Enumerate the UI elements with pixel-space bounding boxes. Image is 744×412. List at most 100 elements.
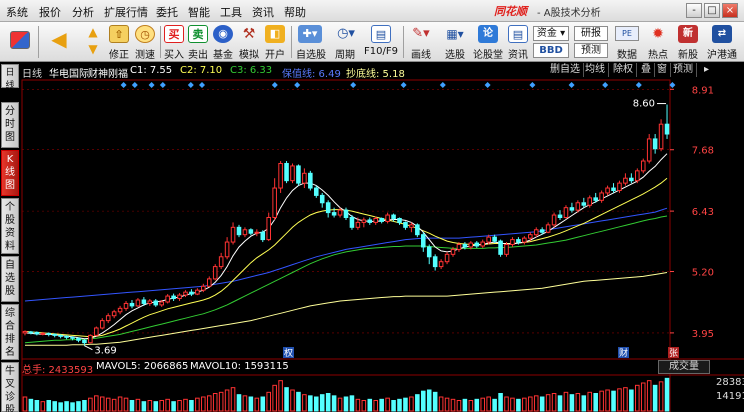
hold-line bbox=[24, 207, 668, 302]
moving-average-button[interactable]: 均线 bbox=[582, 63, 609, 77]
volume-bar bbox=[664, 377, 670, 412]
candle-body bbox=[391, 214, 396, 219]
candle-body bbox=[218, 256, 224, 268]
toolbar-button-fix[interactable]: ⇧ 修正 bbox=[106, 22, 132, 62]
volume-bar bbox=[195, 397, 200, 412]
candle-body bbox=[52, 333, 57, 336]
candle-body bbox=[415, 224, 420, 236]
toolbar-label: 测速 bbox=[135, 50, 155, 61]
menu-smart[interactable]: 智能 bbox=[188, 4, 210, 20]
volume-bar bbox=[444, 397, 450, 412]
chevron-down-icon[interactable]: ▸ bbox=[701, 63, 712, 77]
volume-bar bbox=[652, 384, 658, 412]
toolbar-button-period[interactable]: ◷▾ 周期 bbox=[330, 22, 360, 62]
toolbar-button-forum[interactable]: 论 论股堂 bbox=[472, 22, 504, 62]
toolbar-button-draw[interactable]: ✎▾ 画线 bbox=[406, 22, 436, 62]
fund-flow-icon: ▾ bbox=[556, 28, 566, 39]
tab-ranking[interactable]: 综合排名 bbox=[1, 304, 19, 360]
candle-body bbox=[629, 177, 634, 182]
candle-body bbox=[111, 311, 117, 317]
layout-button[interactable] bbox=[4, 22, 34, 62]
menu-extended-market[interactable]: 扩展行情 bbox=[104, 4, 148, 20]
toolbar-button-speedtest[interactable]: ◷ 测速 bbox=[132, 22, 158, 62]
toolbar-separator bbox=[38, 26, 39, 58]
tab-stock-profile[interactable]: 个股资料 bbox=[1, 198, 19, 254]
new-stock-icon: 新 bbox=[678, 25, 698, 43]
toolbar-button-watchlist[interactable]: ✚▾ 自选股 bbox=[294, 22, 328, 62]
candle-body bbox=[343, 209, 349, 218]
bbd-button[interactable]: BBD bbox=[533, 43, 569, 58]
tab-daily[interactable]: 日线 bbox=[1, 64, 19, 91]
volume-bar bbox=[426, 389, 432, 412]
volume-bar bbox=[522, 397, 527, 412]
volume-bar bbox=[105, 397, 111, 412]
candle-body bbox=[486, 236, 491, 243]
menu-system[interactable]: 系统 bbox=[6, 4, 28, 20]
volume-axis-label: 28383 bbox=[716, 377, 744, 388]
tab-intraday-chart[interactable]: 分时图 bbox=[1, 102, 19, 148]
volume-bar bbox=[533, 395, 539, 412]
volume-bar bbox=[266, 391, 271, 412]
forecast-button[interactable]: 预测 bbox=[574, 43, 608, 58]
brand-logo: 同花顺 bbox=[494, 5, 527, 18]
menu-analysis[interactable]: 分析 bbox=[72, 4, 94, 20]
candle-body bbox=[22, 330, 28, 334]
maximize-button[interactable]: □ bbox=[704, 3, 720, 18]
minimize-button[interactable]: - bbox=[686, 3, 702, 18]
menu-tools[interactable]: 工具 bbox=[220, 4, 242, 20]
toolbar-button-buy[interactable]: 买 买入 bbox=[162, 22, 186, 62]
tab-kline-chart[interactable]: K线图 bbox=[1, 150, 19, 196]
volume-bar bbox=[635, 384, 640, 412]
up-arrow-icon[interactable]: ▲ bbox=[83, 24, 103, 40]
toolbar-button-fund[interactable]: ◉ 基金 bbox=[210, 22, 236, 62]
toolbar-button-new-stock[interactable]: 新 新股 bbox=[674, 22, 702, 62]
candle-body bbox=[319, 194, 325, 204]
remove-watchlist-button[interactable]: 删自选 bbox=[547, 63, 584, 77]
toolbar-button-open-account[interactable]: ◧ 开户 bbox=[262, 22, 288, 62]
menu-help[interactable]: 帮助 bbox=[284, 4, 306, 20]
ex-rights-button[interactable]: 除权 bbox=[610, 63, 637, 77]
toolbar-button-simulate[interactable]: ⚒ 模拟 bbox=[236, 22, 262, 62]
event-diamond-icon bbox=[400, 82, 407, 88]
toolbar-label: 自选股 bbox=[296, 50, 326, 61]
event-diamond-icon bbox=[271, 82, 278, 88]
nav-arrows[interactable]: ▲ ▼ bbox=[80, 22, 104, 62]
tab-watchlist[interactable]: 自选股 bbox=[1, 256, 19, 302]
forecast-tab-button[interactable]: 预测 bbox=[670, 63, 697, 77]
toolbar-button-news[interactable]: ▤ 资讯 bbox=[506, 22, 530, 62]
toolbar-button-hotspot[interactable]: ✹ 热点 bbox=[644, 22, 672, 62]
candle-body bbox=[40, 332, 46, 335]
candle-body bbox=[522, 237, 527, 243]
research-report-button[interactable]: 研报 bbox=[574, 26, 608, 41]
toolbar-button-hk-connect[interactable]: ⇄ 沪港通 bbox=[703, 22, 741, 62]
menu-news[interactable]: 资讯 bbox=[252, 4, 274, 20]
overlay-button[interactable]: 叠 bbox=[638, 63, 655, 77]
window-button[interactable]: 窗 bbox=[654, 63, 671, 77]
toolbar-button-sell[interactable]: 卖 卖出 bbox=[186, 22, 210, 62]
toolbar-label: 论股堂 bbox=[473, 50, 503, 61]
close-button[interactable]: × bbox=[722, 3, 738, 18]
fund-flow-button[interactable]: 资金 ▾ bbox=[533, 26, 569, 41]
toolbar-button-stock-picker[interactable]: ▦▾ 选股 bbox=[440, 22, 470, 62]
down-arrow-icon[interactable]: ▼ bbox=[83, 41, 103, 57]
back-button[interactable]: ◀ bbox=[44, 22, 74, 62]
volume-bar bbox=[147, 400, 153, 412]
toolbar-button-data[interactable]: PE 数据 bbox=[612, 22, 642, 62]
volume-bar bbox=[640, 382, 646, 412]
menu-order[interactable]: 委托 bbox=[156, 4, 178, 20]
candle-body bbox=[58, 334, 63, 337]
toolbar-button-f10[interactable]: ▤ F10/F9 bbox=[362, 22, 400, 62]
candle-body bbox=[623, 177, 628, 184]
candle-body bbox=[563, 207, 569, 219]
menu-quote[interactable]: 报价 bbox=[39, 4, 61, 20]
hold-line-value: 保值线: 6.49 bbox=[282, 69, 341, 80]
volume-indicator-selector[interactable]: 成交量 bbox=[658, 360, 710, 374]
candle-body bbox=[260, 231, 266, 241]
candle-body bbox=[189, 291, 194, 295]
kline-chart-panel[interactable]: 8.91 7.68 6.43 5.20 3.95 权 财 张 8.60 3.69 28383 1419… bbox=[20, 62, 744, 412]
volume-bar bbox=[343, 396, 349, 412]
tab-diagnosis[interactable]: 牛叉诊股 bbox=[1, 362, 19, 412]
candle-body bbox=[569, 207, 575, 211]
volume-bar bbox=[432, 391, 438, 412]
event-diamond-icon bbox=[120, 82, 127, 88]
